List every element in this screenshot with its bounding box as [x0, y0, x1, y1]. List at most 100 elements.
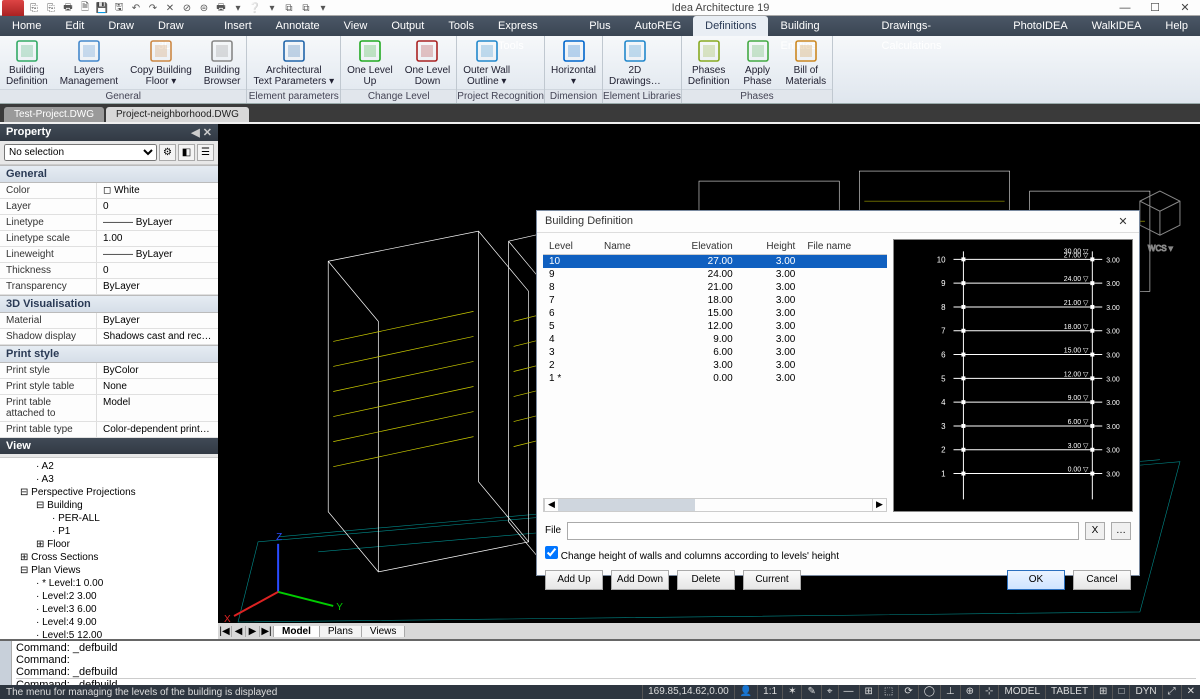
view-tree[interactable]: · A2· A3⊟ Perspective Projections⊟ Build…: [0, 458, 218, 639]
menu-item[interactable]: Express Tools: [486, 16, 577, 36]
menu-item[interactable]: Tools: [436, 16, 486, 36]
property-row[interactable]: Shadow displayShadows cast and recei…: [0, 329, 218, 345]
document-tab[interactable]: Project-neighborhood.DWG: [106, 107, 249, 122]
menu-item[interactable]: Output: [379, 16, 436, 36]
tree-item[interactable]: · * Level:1 0.00: [2, 577, 216, 590]
ribbon-button[interactable]: PhasesDefinition: [682, 36, 736, 89]
selection-tool-icon[interactable]: ☰: [197, 144, 214, 161]
file-input[interactable]: [567, 522, 1079, 540]
change-height-checkbox[interactable]: Change height of walls and columns accor…: [545, 551, 839, 562]
qat-icon[interactable]: 🖶: [213, 0, 229, 16]
qat-icon[interactable]: ⎘: [43, 0, 59, 16]
property-row[interactable]: Lineweight——— ByLayer: [0, 247, 218, 263]
layout-tab[interactable]: Plans: [320, 626, 362, 637]
property-row[interactable]: Layer0: [0, 199, 218, 215]
property-row[interactable]: Linetype scale1.00: [0, 231, 218, 247]
status-cell[interactable]: 👤: [734, 685, 757, 699]
status-cell[interactable]: ⟳: [898, 685, 917, 699]
ribbon-button[interactable]: Bill ofMaterials: [780, 36, 833, 89]
status-cell[interactable]: ⊞: [1093, 685, 1112, 699]
tree-item[interactable]: · Level:5 12.00: [2, 629, 216, 639]
property-row[interactable]: TransparencyByLayer: [0, 279, 218, 295]
menu-item[interactable]: Home: [0, 16, 53, 36]
tree-item[interactable]: · A3: [2, 473, 216, 486]
table-row[interactable]: 36.003.00: [543, 346, 887, 359]
property-row[interactable]: MaterialByLayer: [0, 313, 218, 329]
tree-item[interactable]: ⊟ Perspective Projections: [2, 486, 216, 499]
layout-nav-button[interactable]: ◀: [232, 626, 246, 637]
menu-item[interactable]: Definitions: [693, 16, 768, 36]
qat-icon[interactable]: ▾: [315, 0, 331, 16]
status-cell[interactable]: —: [838, 685, 859, 699]
current-button[interactable]: Current: [743, 570, 801, 590]
add-up-button[interactable]: Add Up: [545, 570, 603, 590]
table-row[interactable]: 821.003.00: [543, 281, 887, 294]
table-row[interactable]: 49.003.00: [543, 333, 887, 346]
qat-icon[interactable]: ❔: [247, 0, 263, 16]
status-cell[interactable]: ⤢: [1162, 685, 1181, 699]
status-cell[interactable]: ⬚: [878, 685, 898, 699]
menu-item[interactable]: View: [332, 16, 380, 36]
menu-item[interactable]: Drawings-Calculations: [870, 16, 1002, 36]
qat-icon[interactable]: ⧉: [298, 0, 314, 16]
property-row[interactable]: Thickness0: [0, 263, 218, 279]
property-category[interactable]: General: [0, 165, 218, 183]
tree-item[interactable]: ⊞ Cross Sections: [2, 551, 216, 564]
menu-item[interactable]: PhotoIDEA: [1001, 16, 1079, 36]
qat-icon[interactable]: 🖫: [111, 0, 127, 16]
ribbon-button[interactable]: Outer WallOutline ▾: [457, 36, 516, 89]
tree-item[interactable]: · Level:2 3.00: [2, 590, 216, 603]
status-cell[interactable]: ✎: [801, 685, 820, 699]
tree-item[interactable]: ⊟ Plan Views: [2, 564, 216, 577]
add-down-button[interactable]: Add Down: [611, 570, 669, 590]
qat-icon[interactable]: 🗎: [77, 0, 93, 16]
table-row[interactable]: 512.003.00: [543, 320, 887, 333]
property-category[interactable]: Print style: [0, 345, 218, 363]
qat-icon[interactable]: ✕: [162, 0, 178, 16]
menu-item[interactable]: Insert: [212, 16, 264, 36]
property-row[interactable]: Linetype——— ByLayer: [0, 215, 218, 231]
status-cell[interactable]: TABLET: [1045, 685, 1093, 699]
table-row[interactable]: 23.003.00: [543, 359, 887, 372]
table-row[interactable]: 615.003.00: [543, 307, 887, 320]
property-row[interactable]: Print table attached toModel: [0, 395, 218, 422]
menu-item[interactable]: WalkIDEA: [1080, 16, 1154, 36]
ribbon-button[interactable]: ApplyPhase: [736, 36, 780, 89]
table-row[interactable]: 1 *0.003.00: [543, 372, 887, 385]
status-cell[interactable]: 1:1: [757, 685, 782, 699]
menu-item[interactable]: Annotate: [264, 16, 332, 36]
status-cell[interactable]: ⌖: [821, 685, 838, 699]
qat-icon[interactable]: ⎘: [26, 0, 42, 16]
tree-item[interactable]: ⊟ Building: [2, 499, 216, 512]
qat-icon[interactable]: ⊜: [196, 0, 212, 16]
status-cell[interactable]: ✕: [1181, 685, 1200, 699]
ribbon-button[interactable]: Horizontal▾: [545, 36, 602, 89]
qat-icon[interactable]: ↶: [128, 0, 144, 16]
layout-nav-button[interactable]: |◀: [218, 626, 232, 637]
qat-icon[interactable]: ↷: [145, 0, 161, 16]
menu-item[interactable]: AutoREG: [623, 16, 693, 36]
maximize-button[interactable]: ☐: [1140, 0, 1170, 15]
tree-item[interactable]: · A2: [2, 460, 216, 473]
layout-nav-button[interactable]: ▶: [246, 626, 260, 637]
menu-item[interactable]: Building Entities: [768, 16, 869, 36]
tree-item[interactable]: · Level:3 6.00: [2, 603, 216, 616]
qat-icon[interactable]: ⧉: [281, 0, 297, 16]
tree-item[interactable]: · P1: [2, 525, 216, 538]
ribbon-button[interactable]: One LevelDown: [399, 36, 457, 89]
qat-icon[interactable]: 💾: [94, 0, 110, 16]
ribbon-button[interactable]: LayersManagement: [54, 36, 124, 89]
ribbon-button[interactable]: 2DDrawings…: [603, 36, 667, 89]
close-button[interactable]: ✕: [1170, 0, 1200, 15]
document-tab[interactable]: Test-Project.DWG: [4, 107, 104, 122]
browse-file-button[interactable]: …: [1111, 522, 1131, 540]
ribbon-button[interactable]: BuildingBrowser: [198, 36, 247, 89]
minimize-button[interactable]: —: [1110, 0, 1140, 15]
ok-button[interactable]: OK: [1007, 570, 1065, 590]
status-cell[interactable]: DYN: [1129, 685, 1161, 699]
ribbon-button[interactable]: ArchitecturalText Parameters ▾: [247, 36, 340, 89]
clear-file-button[interactable]: X: [1085, 522, 1105, 540]
table-row[interactable]: 1027.003.00: [543, 255, 887, 269]
property-row[interactable]: Color◻ White: [0, 183, 218, 199]
levels-table[interactable]: LevelNameElevationHeightFile name 1027.0…: [543, 239, 887, 385]
